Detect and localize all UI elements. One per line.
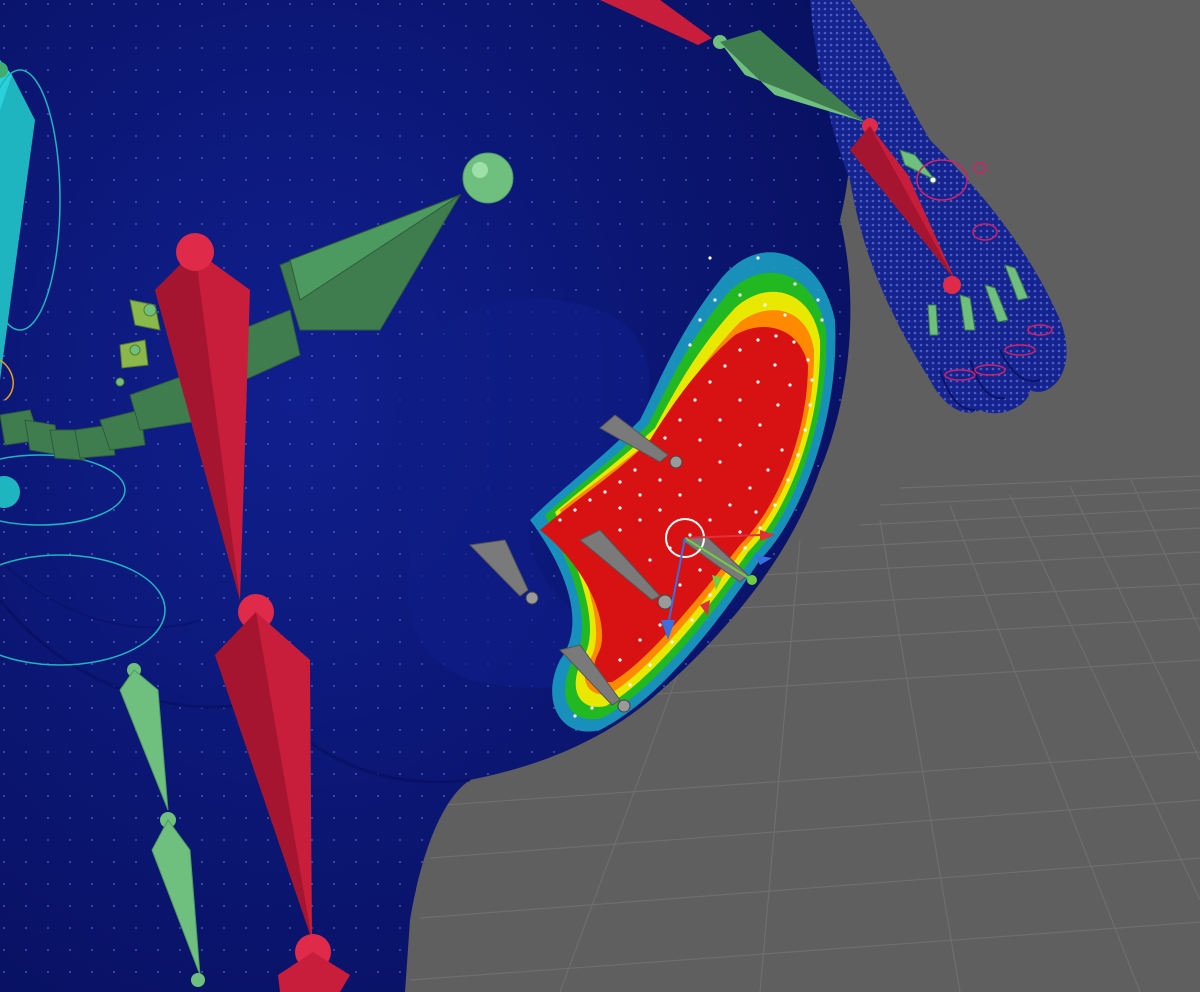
3d-viewport[interactable]	[0, 0, 1200, 992]
viewport-canvas[interactable]	[0, 0, 1200, 992]
